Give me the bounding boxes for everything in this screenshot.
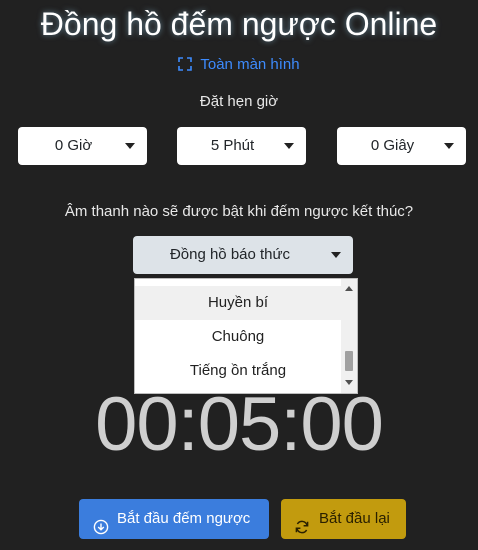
hours-value: 0 Giờ — [54, 137, 93, 154]
dropdown-scrollbar[interactable] — [341, 279, 357, 393]
countdown-display: 00:05:00 — [95, 382, 384, 467]
chevron-down-icon — [444, 143, 454, 149]
chevron-down-icon — [125, 143, 135, 149]
start-countdown-label: Bắt đầu đếm ngược — [117, 510, 251, 527]
reset-label: Bắt đầu lại — [319, 510, 390, 527]
set-timer-label: Đặt hẹn giờ — [199, 93, 279, 110]
reset-button[interactable]: Bắt đầu lại — [281, 499, 406, 539]
chevron-down-icon — [284, 143, 294, 149]
sound-select[interactable]: Đồng hồ báo thức — [133, 236, 353, 274]
fullscreen-icon — [178, 57, 193, 77]
refresh-icon — [294, 511, 310, 550]
sound-selected-value: Đồng hồ báo thức — [169, 246, 291, 263]
minutes-value: 5 Phút — [210, 137, 255, 154]
countdown-page: Đồng hồ đếm ngược Online Toàn màn hình Đ… — [0, 0, 478, 550]
scrollbar-thumb[interactable] — [345, 351, 353, 371]
arrow-down-circle-icon — [93, 511, 109, 550]
seconds-select[interactable]: 0 Giây — [337, 127, 466, 165]
sound-question: Âm thanh nào sẽ được bật khi đếm ngược k… — [64, 203, 414, 220]
sound-dropdown-list: Huyền bí Chuông Tiếng ồn trắng — [134, 278, 358, 394]
sound-option[interactable]: Huyền bí — [135, 286, 341, 320]
fullscreen-label: Toàn màn hình — [200, 56, 300, 73]
chevron-down-icon — [331, 252, 341, 258]
hours-select[interactable]: 0 Giờ — [18, 127, 147, 165]
seconds-value: 0 Giây — [370, 137, 415, 154]
start-countdown-button[interactable]: Bắt đầu đếm ngược — [79, 499, 269, 539]
sound-option[interactable]: Tiếng ồn trắng — [135, 354, 341, 388]
page-title: Đồng hồ đếm ngược Online — [40, 6, 438, 42]
fullscreen-link[interactable]: Toàn màn hình — [0, 55, 478, 77]
scroll-up-icon[interactable] — [345, 286, 353, 291]
scroll-down-icon[interactable] — [345, 380, 353, 385]
minutes-select[interactable]: 5 Phút — [177, 127, 306, 165]
sound-option[interactable]: Chuông — [135, 320, 341, 354]
